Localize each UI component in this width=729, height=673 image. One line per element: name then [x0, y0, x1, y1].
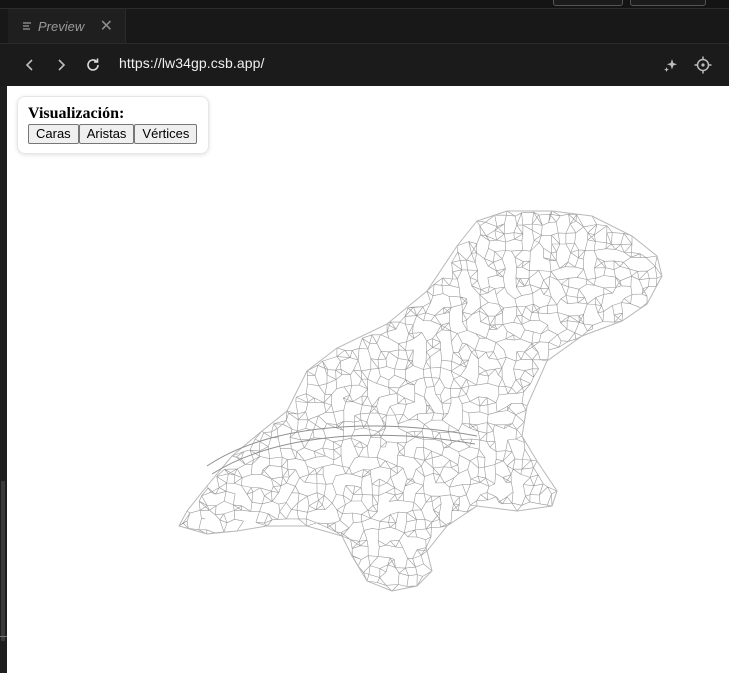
vertices-button[interactable]: Vértices [134, 124, 198, 144]
mesh-outline [178, 210, 663, 592]
tab-label: Preview [38, 18, 85, 34]
back-button[interactable] [19, 54, 41, 76]
left-gutter [0, 86, 7, 673]
reload-icon [87, 58, 99, 71]
url-field[interactable]: https://lw34gp.csb.app/ [119, 55, 265, 71]
tab-bar: Preview ✕ [0, 9, 729, 44]
edges-button[interactable]: Aristas [78, 124, 135, 144]
top-control[interactable] [630, 0, 706, 6]
forward-button[interactable] [50, 54, 72, 76]
window-top-strip [0, 0, 729, 9]
top-control[interactable] [553, 0, 623, 6]
faces-button[interactable]: Caras [28, 124, 79, 144]
chevron-right-icon [58, 59, 66, 71]
tab-preview[interactable]: Preview ✕ [8, 9, 126, 43]
sparkle-icon [664, 59, 677, 72]
sea-lion-wireframe [178, 210, 663, 592]
mesh-band [206, 425, 478, 475]
sparkle-button[interactable] [660, 54, 682, 76]
list-icon [22, 21, 32, 31]
wireframe-canvas[interactable] [7, 86, 729, 673]
close-icon[interactable]: ✕ [100, 16, 113, 36]
gutter-marker [0, 636, 7, 637]
mesh-edges [178, 210, 663, 592]
inspect-button[interactable] [692, 54, 714, 76]
scrollbar[interactable] [1, 481, 5, 641]
panel-title: Visualización: [28, 105, 125, 122]
crosshair-icon [694, 56, 712, 74]
reload-button[interactable] [82, 54, 104, 76]
browser-navbar: https://lw34gp.csb.app/ [0, 44, 729, 86]
chevron-left-icon [25, 59, 33, 71]
preview-viewport[interactable]: Visualización: Caras Aristas Vértices [7, 86, 729, 673]
visualization-panel: Visualización: Caras Aristas Vértices [17, 96, 209, 154]
